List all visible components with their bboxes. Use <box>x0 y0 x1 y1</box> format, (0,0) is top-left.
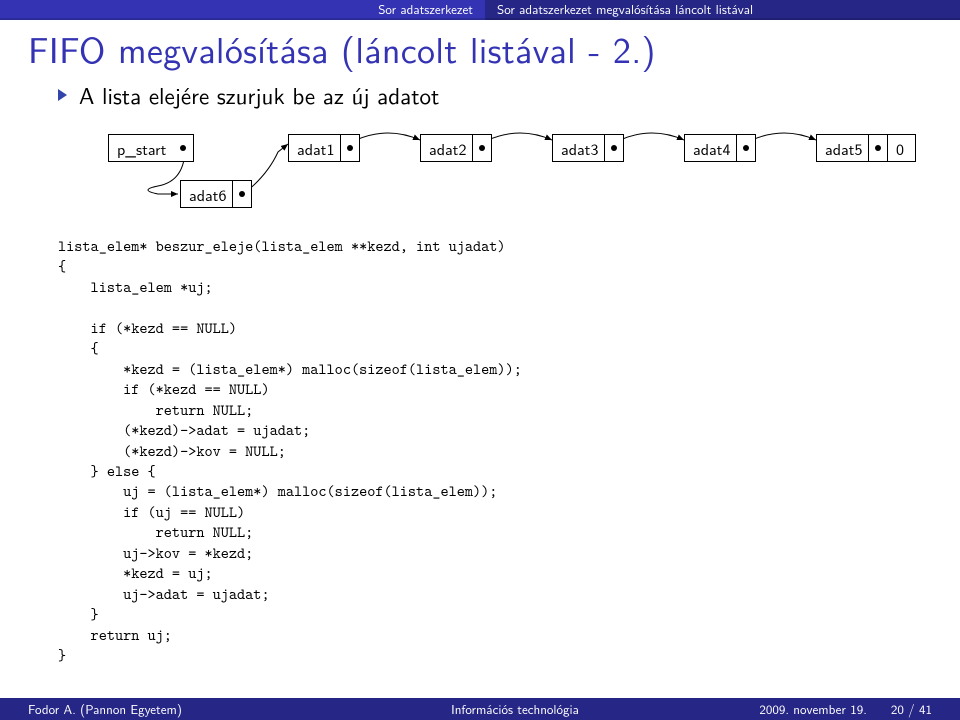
node-label: p_start <box>109 137 172 160</box>
footer-title: Információs technológia <box>350 700 680 719</box>
node-pstart: p_start <box>108 134 194 162</box>
bullet-item: A lista elejére szurjuk be az új adatot <box>58 78 920 112</box>
node-null: 0 <box>888 134 916 162</box>
pointer-dot-icon <box>611 145 617 151</box>
node-adat3: adat3 <box>552 134 624 162</box>
node-adat2: adat2 <box>420 134 492 162</box>
pointer-dot-icon <box>239 191 245 197</box>
section-tab-right: Sor adatszerkezet megvalósítása láncolt … <box>485 0 960 20</box>
pointer-dot-icon <box>479 145 485 151</box>
node-adat6: adat6 <box>180 180 252 208</box>
node-label: adat5 <box>817 137 868 160</box>
footer-page: 20 / 41 <box>891 700 932 719</box>
slide-title: FIFO megvalósítása (láncolt listával - 2… <box>28 22 656 75</box>
footer-author: Fodor A. (Pannon Egyetem) <box>0 700 350 719</box>
footer-bar: Fodor A. (Pannon Egyetem) Információs te… <box>0 698 960 720</box>
bullet-text: A lista elejére szurjuk be az új adatot <box>79 78 439 112</box>
node-adat1: adat1 <box>288 134 360 162</box>
section-tabs: Sor adatszerkezet Sor adatszerkezet megv… <box>0 0 960 20</box>
node-label: adat4 <box>685 137 736 160</box>
node-adat5: adat5 <box>816 134 888 162</box>
footer-date-page: 2009. november 19. 20 / 41 <box>680 700 960 719</box>
pointer-dot-icon <box>875 145 881 151</box>
node-label: adat6 <box>181 183 232 206</box>
node-label: adat1 <box>289 137 340 160</box>
pointer-dot-icon <box>347 145 353 151</box>
footer-date: 2009. november 19. <box>759 700 867 719</box>
section-tab-left: Sor adatszerkezet <box>0 0 485 20</box>
node-adat4: adat4 <box>684 134 756 162</box>
triangle-bullet-icon <box>58 89 67 101</box>
node-label: adat2 <box>421 137 472 160</box>
node-label: adat3 <box>553 137 604 160</box>
linked-list-diagram: p_start adat1 adat2 adat3 adat4 adat5 0 <box>88 126 920 236</box>
node-label: 0 <box>888 137 912 160</box>
slide-body: A lista elejére szurjuk be az új adatot <box>58 78 920 666</box>
pointer-dot-icon <box>743 145 749 151</box>
code-listing: lista_elem* beszur_eleje(lista_elem **ke… <box>58 236 920 666</box>
pointer-dot-icon <box>180 145 186 151</box>
